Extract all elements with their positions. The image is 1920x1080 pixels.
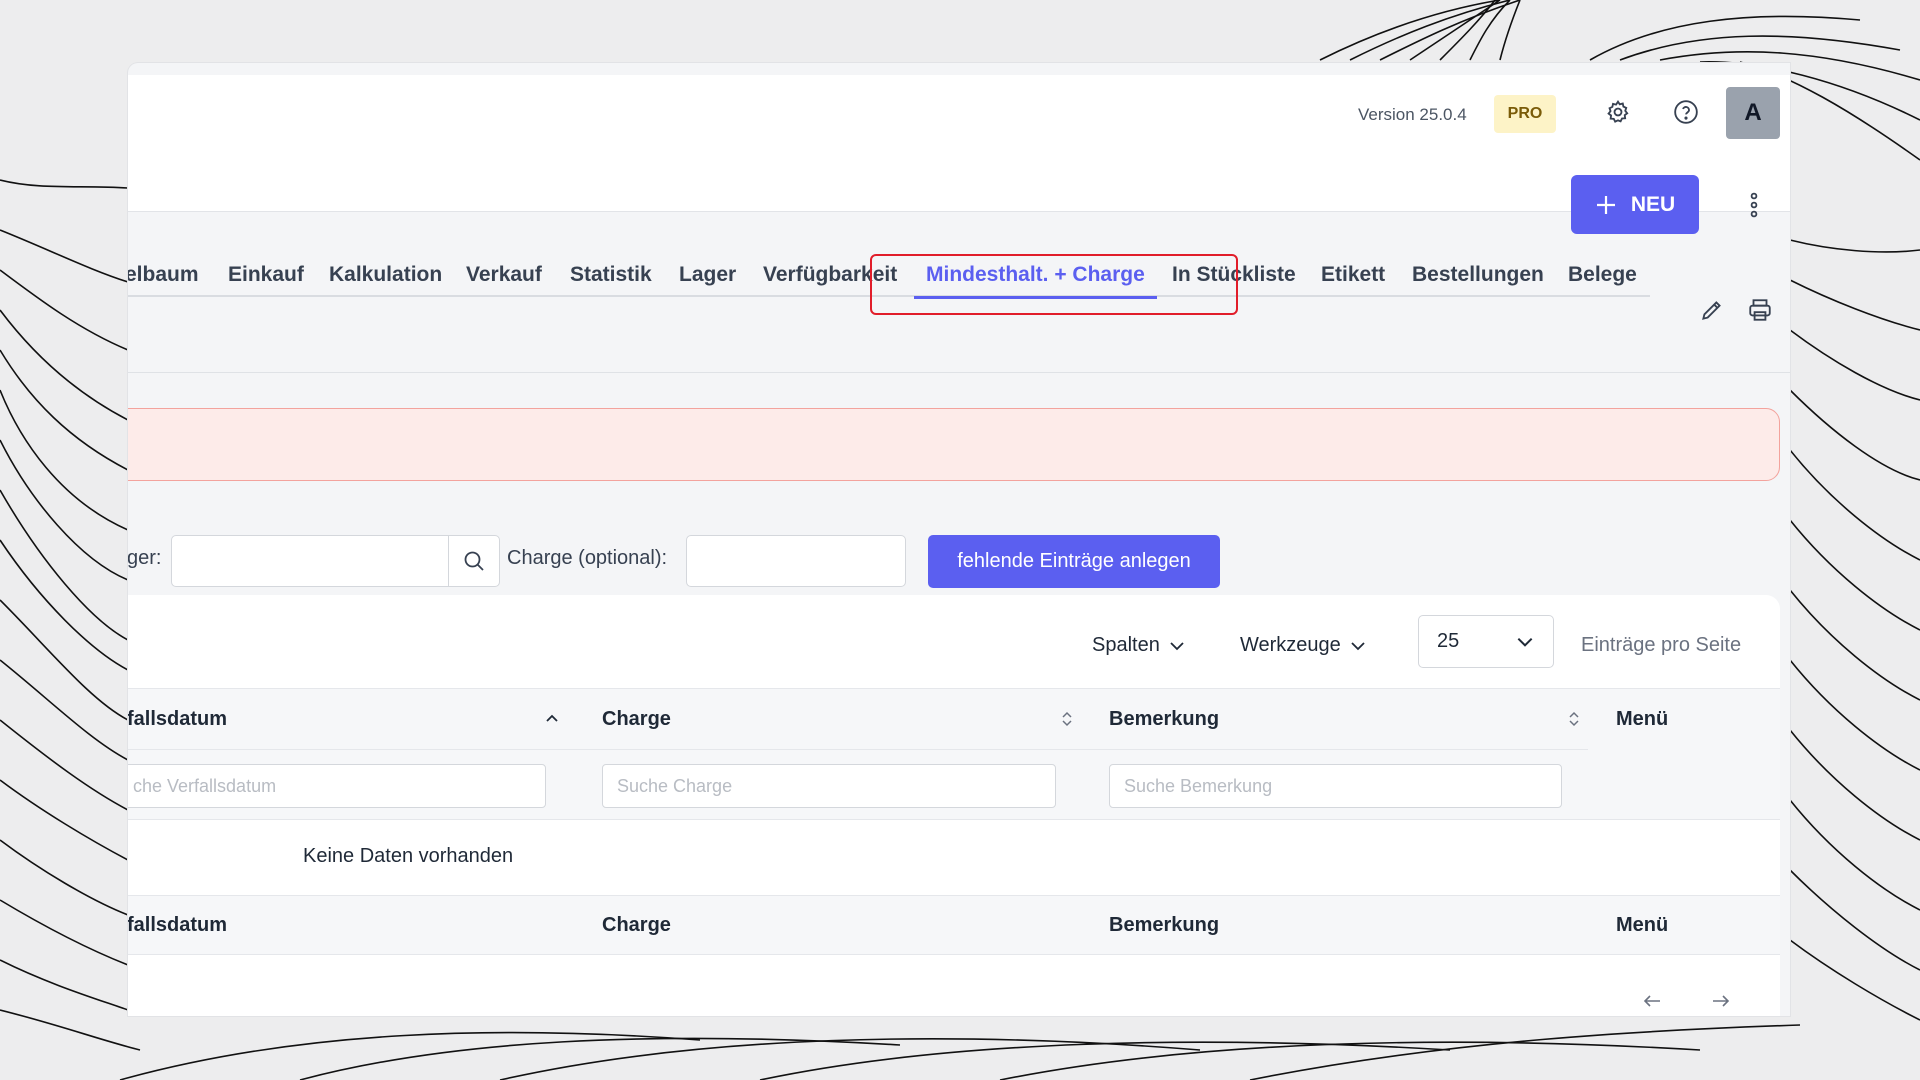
- columns-label: Spalten: [1092, 634, 1160, 656]
- tab-einkauf[interactable]: Einkauf: [228, 253, 304, 297]
- plan-badge: PRO: [1494, 95, 1556, 133]
- previous-page-arrow-icon[interactable]: [1638, 987, 1666, 1015]
- sort-toggle-icon[interactable]: [1564, 707, 1584, 731]
- chevron-down-icon: [1517, 637, 1533, 647]
- print-icon[interactable]: [1743, 293, 1777, 327]
- per-page-select[interactable]: 25: [1418, 615, 1554, 668]
- charge-input[interactable]: [686, 535, 906, 587]
- next-page-arrow-icon[interactable]: [1707, 987, 1735, 1015]
- header-divider: [128, 749, 1588, 750]
- header-bemerkung[interactable]: Bemerkung: [1109, 708, 1219, 731]
- version-label: Version 25.0.4: [1358, 105, 1467, 124]
- top-header: Version 25.0.4 PRO A: [128, 75, 1790, 212]
- charge-label: Charge (optional):: [507, 547, 668, 569]
- plus-icon: [1596, 195, 1615, 214]
- search-bemerkung-input[interactable]: Suche Bemerkung: [1109, 764, 1562, 808]
- tab-stueckliste-baum[interactable]: elbaum: [128, 253, 199, 297]
- alert-banner: [128, 408, 1780, 481]
- table-card: Spalten Werkzeuge 25 Einträge pro Seite …: [128, 595, 1780, 1016]
- sort-ascending-icon[interactable]: [542, 707, 562, 731]
- lager-label: ger:: [128, 547, 162, 569]
- footer-charge: Charge: [602, 914, 671, 936]
- per-page-label: Einträge pro Seite: [1581, 634, 1742, 656]
- empty-state-text: Keine Daten vorhanden: [303, 845, 514, 867]
- tools-dropdown[interactable]: Werkzeuge: [1240, 634, 1367, 657]
- lager-input[interactable]: [171, 535, 449, 587]
- settings-gear-icon[interactable]: [1601, 95, 1635, 129]
- user-avatar[interactable]: A: [1726, 87, 1780, 139]
- tab-kalkulation[interactable]: Kalkulation: [329, 253, 442, 297]
- search-verfallsdatum-input[interactable]: che Verfallsdatum: [128, 764, 546, 808]
- table-footer: fallsdatum Charge Bemerkung Menü: [128, 895, 1780, 955]
- tools-label: Werkzeuge: [1240, 634, 1341, 656]
- search-charge-input[interactable]: Suche Charge: [602, 764, 1056, 808]
- header-charge[interactable]: Charge: [602, 708, 671, 731]
- tab-verkauf[interactable]: Verkauf: [466, 253, 542, 297]
- new-button[interactable]: NEU: [1571, 175, 1699, 234]
- app-window: Version 25.0.4 PRO A NEU elbaum Einkauf …: [128, 63, 1790, 1016]
- lager-search-button[interactable]: [448, 535, 500, 587]
- chevron-down-icon: [1170, 641, 1184, 650]
- columns-dropdown[interactable]: Spalten: [1092, 634, 1186, 657]
- footer-verfallsdatum: fallsdatum: [128, 914, 228, 936]
- footer-menu: Menü: [1616, 914, 1669, 936]
- header-verfallsdatum[interactable]: fallsdatum: [128, 708, 227, 731]
- per-page-value: 25: [1437, 630, 1460, 652]
- tab-lager[interactable]: Lager: [679, 253, 736, 297]
- header-menu: Menü: [1616, 708, 1669, 730]
- footer-bemerkung: Bemerkung: [1109, 914, 1220, 936]
- chevron-down-icon: [1351, 641, 1365, 650]
- more-options-icon[interactable]: [1739, 190, 1769, 220]
- highlight-box: [870, 254, 1238, 315]
- search-icon: [464, 551, 484, 571]
- new-button-label: NEU: [1630, 192, 1676, 216]
- edit-pencil-icon[interactable]: [1695, 293, 1729, 327]
- tab-belege[interactable]: Belege: [1568, 253, 1637, 297]
- help-icon[interactable]: [1669, 95, 1703, 129]
- sort-toggle-icon[interactable]: [1057, 707, 1077, 731]
- create-missing-entries-button[interactable]: fehlende Einträge anlegen: [928, 535, 1220, 588]
- table-header: fallsdatum Charge Bemerkung Menü che Ver…: [128, 688, 1780, 820]
- tab-etikett[interactable]: Etikett: [1321, 253, 1385, 297]
- section-divider: [128, 372, 1790, 373]
- tab-bestellungen[interactable]: Bestellungen: [1412, 253, 1544, 297]
- tab-statistik[interactable]: Statistik: [570, 253, 652, 297]
